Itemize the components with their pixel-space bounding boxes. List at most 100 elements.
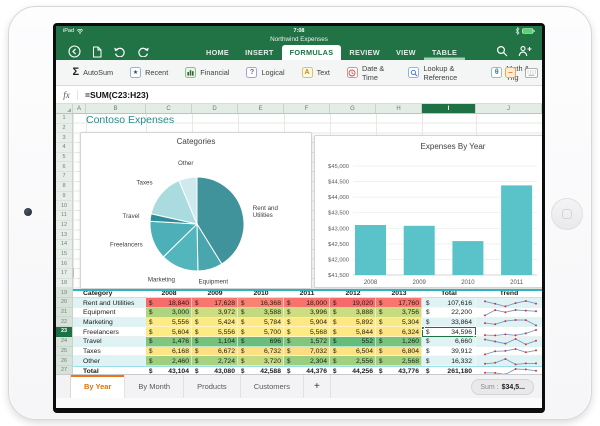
- column-header-d[interactable]: D: [192, 104, 238, 113]
- row-header-15[interactable]: 15: [56, 250, 72, 260]
- trend-cell[interactable]: [476, 317, 542, 328]
- redo-icon[interactable]: [137, 46, 150, 57]
- value-cell[interactable]: $1,572: [284, 337, 330, 347]
- row-header-2[interactable]: 2: [56, 124, 72, 134]
- table-header-year[interactable]: 2010: [238, 291, 284, 298]
- total-cell-selected[interactable]: $34,596: [422, 327, 476, 338]
- category-cell[interactable]: Other: [73, 356, 146, 367]
- total-cell[interactable]: $6,660: [422, 337, 476, 347]
- ribbon-tab-formulas[interactable]: FORMULAS: [281, 45, 342, 60]
- category-cell[interactable]: Rent and Utilities: [73, 298, 146, 308]
- value-cell[interactable]: $5,604: [146, 327, 192, 338]
- table-row-equipment[interactable]: Equipment $3,000 $3,972 $3,588 $3,996 $3,888 $…: [73, 307, 542, 318]
- row-header-27[interactable]: 27: [56, 365, 72, 374]
- share-person-icon[interactable]: [518, 45, 532, 57]
- value-cell[interactable]: $1,476: [146, 337, 192, 347]
- row-header-1[interactable]: 1: [56, 114, 72, 124]
- ribbon-tab-table[interactable]: TABLE: [424, 45, 465, 60]
- ribbon-button-recent[interactable]: ★ Recent: [122, 60, 177, 85]
- row-header-9[interactable]: 9: [56, 192, 72, 202]
- value-cell[interactable]: $3,888: [330, 307, 376, 318]
- value-cell[interactable]: $5,844: [330, 327, 376, 338]
- value-cell[interactable]: $1,260: [376, 337, 422, 347]
- table-row-rent-and-utilities[interactable]: Rent and Utilities $18,840 $17,628 $16,368 $…: [73, 298, 542, 308]
- value-cell[interactable]: $5,892: [330, 317, 376, 328]
- value-cell[interactable]: $5,904: [284, 317, 330, 328]
- total-cell[interactable]: $22,200: [422, 308, 476, 318]
- keyboard-icon[interactable]: [525, 67, 538, 78]
- spreadsheet-grid[interactable]: Contoso Expenses Categories Rent and Util…: [56, 114, 542, 374]
- row-header-26[interactable]: 26: [56, 356, 72, 366]
- row-header-10[interactable]: 10: [56, 201, 72, 211]
- row-header-3[interactable]: 3: [56, 133, 72, 144]
- row-header-17[interactable]: 17: [56, 269, 72, 279]
- total-row-value[interactable]: $43,104: [146, 367, 192, 374]
- row-headers[interactable]: 1 2 3 4 5 6 7 8 9 10 11 12 13 14 15 16 17 18 19 20 21 22 23 24 2…: [56, 114, 73, 374]
- formula-input[interactable]: =SUM(C23:H23): [78, 90, 149, 100]
- table-header-trend[interactable]: Trend: [476, 291, 542, 298]
- total-cell[interactable]: $16,332: [422, 356, 476, 367]
- collapse-ribbon-icon[interactable]: –: [505, 67, 516, 78]
- value-cell[interactable]: $6,672: [192, 346, 238, 357]
- ribbon-button-logical[interactable]: ? Logical: [238, 60, 293, 85]
- grand-total-cell[interactable]: $261,180: [422, 367, 476, 374]
- value-cell[interactable]: $2,724: [192, 356, 238, 367]
- value-cell[interactable]: $6,168: [146, 346, 192, 357]
- sheet-title-cell[interactable]: Contoso Expenses: [86, 114, 174, 126]
- bar-2009[interactable]: [403, 225, 435, 275]
- trend-cell[interactable]: [476, 356, 542, 367]
- add-sheet-button[interactable]: +: [304, 375, 331, 398]
- value-cell[interactable]: $5,556: [146, 317, 192, 328]
- selection-handle[interactable]: [473, 334, 476, 338]
- value-cell[interactable]: $3,720: [238, 356, 284, 367]
- column-header-e[interactable]: E: [238, 104, 284, 113]
- total-row-value[interactable]: $42,588: [238, 367, 284, 374]
- trend-cell[interactable]: [476, 298, 542, 308]
- ribbon-button-date-time[interactable]: Date & Time: [338, 60, 400, 85]
- row-header-22[interactable]: 22: [56, 317, 72, 328]
- total-cell[interactable]: $39,912: [422, 347, 476, 357]
- value-cell[interactable]: $2,460: [146, 356, 192, 367]
- row-header-14[interactable]: 14: [56, 240, 72, 250]
- total-row-label[interactable]: Total: [73, 367, 146, 374]
- bar-2008[interactable]: [355, 225, 386, 275]
- row-header-7[interactable]: 7: [56, 172, 72, 182]
- column-header-i[interactable]: I: [422, 104, 476, 113]
- column-header-c[interactable]: C: [146, 104, 192, 113]
- table-header-year[interactable]: 2012: [330, 291, 376, 298]
- value-cell[interactable]: $552: [330, 337, 376, 347]
- total-row-value[interactable]: $44,376: [284, 367, 330, 374]
- table-header-year[interactable]: 2013: [376, 291, 422, 298]
- table-row-travel[interactable]: Travel $1,476 $1,104 $696 $1,572 $552 $1,260 $6…: [73, 337, 542, 347]
- value-cell[interactable]: $3,588: [238, 307, 284, 318]
- value-cell[interactable]: $16,368: [238, 298, 284, 308]
- value-cell[interactable]: $5,700: [238, 327, 284, 338]
- total-cell[interactable]: $33,864: [422, 317, 476, 328]
- table-row-taxes[interactable]: Taxes $6,168 $6,672 $6,732 $7,032 $6,504 $6,80…: [73, 346, 542, 357]
- row-header-23[interactable]: 23: [56, 327, 72, 337]
- row-header-25[interactable]: 25: [56, 346, 72, 357]
- row-header-4[interactable]: 4: [56, 143, 72, 153]
- sheet-tab-products[interactable]: Products: [184, 375, 241, 398]
- table-header-year[interactable]: 2008: [146, 291, 192, 298]
- row-header-6[interactable]: 6: [56, 162, 72, 173]
- category-cell[interactable]: Taxes: [73, 347, 146, 357]
- column-header-h[interactable]: H: [376, 104, 422, 113]
- row-header-19[interactable]: 19: [56, 288, 72, 299]
- value-cell[interactable]: $18,000: [284, 298, 330, 308]
- ribbon-button-lookup-reference[interactable]: Lookup & Reference: [400, 60, 483, 85]
- column-header-a[interactable]: A: [73, 104, 86, 113]
- category-cell[interactable]: Equipment: [73, 308, 146, 318]
- column-header-g[interactable]: G: [330, 104, 376, 113]
- sheet-tab-by-year[interactable]: By Year: [70, 375, 126, 398]
- ribbon-tab-review[interactable]: REVIEW: [341, 45, 388, 60]
- selection-handle[interactable]: [422, 327, 425, 330]
- table-row-freelancers[interactable]: Freelancers $5,604 $5,556 $5,700 $5,568 $5,84…: [73, 327, 542, 338]
- table-header-total[interactable]: Total: [422, 291, 476, 298]
- sheet-tab-by-month[interactable]: By Month: [125, 375, 185, 398]
- expenses-table[interactable]: Category 2008 2009 2010 2011 2012 2013 Total Tr…: [73, 288, 542, 374]
- ribbon-button-text[interactable]: A Text: [293, 60, 338, 85]
- total-row-value[interactable]: $43,776: [376, 367, 422, 374]
- row-header-12[interactable]: 12: [56, 221, 72, 231]
- value-cell[interactable]: $6,324: [376, 327, 422, 338]
